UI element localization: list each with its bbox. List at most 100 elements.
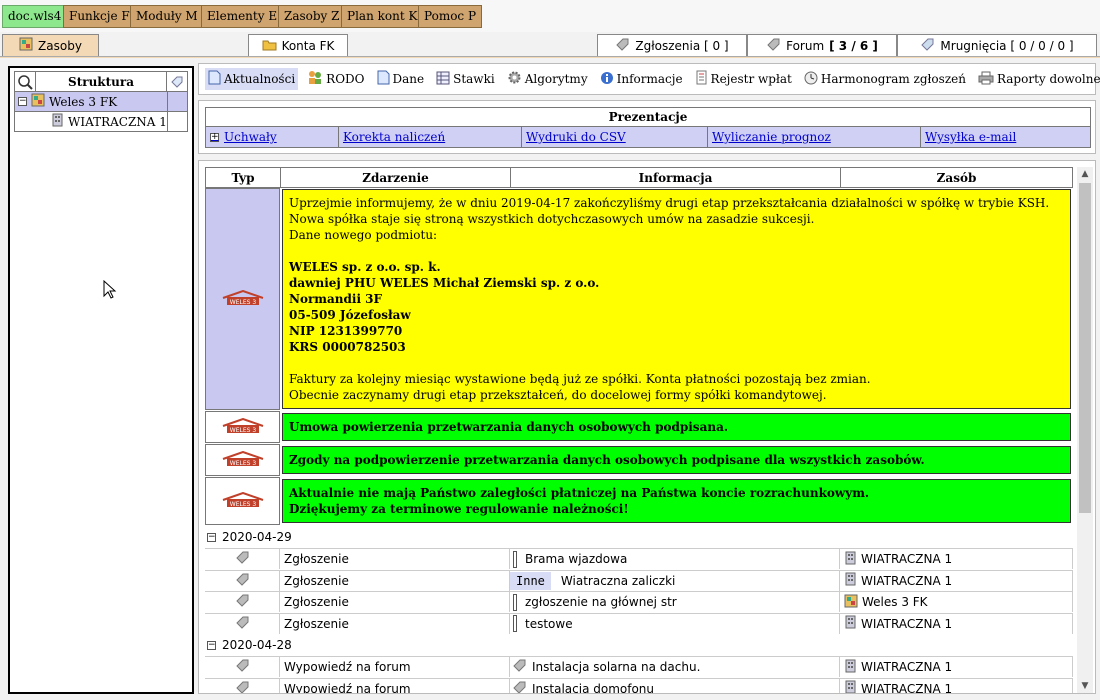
weles-logo-icon: WELES 3: [221, 417, 265, 437]
notice-message: Aktualnie nie mają Państwo zaległości pł…: [282, 479, 1071, 523]
svg-text:WELES 3: WELES 3: [229, 299, 256, 306]
menu-doc[interactable]: doc.wls4: [2, 5, 68, 28]
table-icon: [436, 71, 450, 88]
scroll-down-icon[interactable]: ▼: [1077, 679, 1093, 693]
tree-node-child[interactable]: WIATRACZNA 1: [14, 112, 188, 132]
tab-zgloszenia[interactable]: Zgłoszenia [ 0 ]: [597, 34, 747, 56]
tag-icon: [235, 573, 250, 589]
link-wysylka[interactable]: Wysyłka e-mail: [921, 127, 1090, 147]
building-icon: [844, 659, 857, 676]
event-info[interactable]: Inne Wiatraczna zaliczki: [510, 570, 840, 591]
event-resource[interactable]: Weles 3 FK: [840, 592, 1073, 612]
tree-node-child-label: WIATRACZNA 1: [68, 114, 167, 129]
tag-icon: [512, 681, 527, 693]
nav-rodo[interactable]: RODO: [304, 68, 367, 90]
register-icon: [695, 70, 708, 88]
nav-raporty-label: Raporty dowolne: [996, 72, 1100, 86]
nav-dane-label: Dane: [392, 72, 425, 86]
event-resource[interactable]: WIATRACZNA 1: [840, 570, 1073, 591]
scroll-thumb[interactable]: [1079, 183, 1091, 513]
nav-rodo-label: RODO: [326, 72, 365, 86]
event-row[interactable]: Wypowiedź na forum Instalacja solarna na …: [205, 656, 1073, 677]
folder-icon: [262, 38, 277, 54]
printer-icon: [978, 71, 994, 88]
menu-moduly[interactable]: Moduły M: [130, 5, 204, 28]
tag-icon[interactable]: [167, 72, 187, 91]
weles-logo-icon: WELES 3: [221, 289, 265, 309]
tab-zasoby-label: Zasoby: [38, 38, 82, 53]
nav-harmonogram-label: Harmonogram zgłoszeń: [820, 72, 966, 86]
tab-underline: [0, 56, 1100, 58]
event-info[interactable]: testowe: [510, 613, 840, 634]
nav-informacje[interactable]: Informacje: [597, 68, 686, 90]
event-row[interactable]: Wypowiedź na forum Instalacja domofonu WIA…: [205, 677, 1073, 693]
news-panel: Typ Zdarzenie Informacja Zasób WELES 3 U…: [198, 160, 1096, 694]
menu-pomoc[interactable]: Pomoc P: [418, 5, 483, 28]
tab-forum[interactable]: Forum [ 3 / 6 ]: [747, 34, 897, 56]
nav-aktualnosci[interactable]: Aktualności: [205, 68, 299, 90]
expand-icon[interactable]: +: [210, 132, 219, 142]
info-icon: [600, 71, 614, 88]
nav-raporty[interactable]: Raporty dowolne: [975, 68, 1100, 90]
tab-konta-fk[interactable]: Konta FK: [248, 34, 348, 56]
scroll-up-icon[interactable]: ▲: [1077, 167, 1093, 181]
document-icon: [208, 70, 221, 88]
clock-icon: [804, 71, 818, 88]
building-icon: [51, 113, 64, 130]
collapse-icon[interactable]: −: [207, 532, 216, 542]
event-resource[interactable]: WIATRACZNA 1: [840, 613, 1073, 634]
menu-plan-kont[interactable]: Plan kont K: [341, 5, 424, 28]
tag-icon: [512, 659, 527, 675]
event-type-cell: [205, 657, 280, 677]
menu-funkcje[interactable]: Funkcje F: [63, 5, 136, 28]
tab-forum-count: [ 3 / 6 ]: [829, 38, 878, 53]
search-icon[interactable]: [15, 72, 36, 91]
event-resource[interactable]: WIATRACZNA 1: [840, 678, 1073, 693]
date-label: 2020-04-28: [222, 638, 292, 652]
link-korekta[interactable]: Korekta naliczeń: [339, 127, 522, 147]
module-nav: Aktualności RODO Dane Stawki Algorytmy I…: [198, 63, 1100, 95]
event-info[interactable]: Brama wjazdowa: [510, 549, 840, 569]
resources-icon: [844, 594, 858, 611]
nav-rejestr-wplat[interactable]: Rejestr wpłat: [692, 68, 795, 90]
nav-dane[interactable]: Dane: [374, 68, 428, 90]
tab-mrugniecia-label: Mrugnięcia [ 0 / 0 / 0 ]: [940, 38, 1074, 53]
event-row[interactable]: Zgłoszenie testowe WIATRACZNA 1: [205, 612, 1073, 634]
nav-harmonogram[interactable]: Harmonogram zgłoszeń: [801, 68, 969, 90]
date-group[interactable]: − 2020-04-28: [205, 635, 1073, 655]
link-uchwaly[interactable]: + Uchwały: [206, 127, 339, 147]
tree-node-root[interactable]: − Weles 3 FK: [14, 92, 188, 112]
event-row[interactable]: Zgłoszenie Inne Wiatraczna zaliczki WIATRAC…: [205, 569, 1073, 591]
resources-icon: [31, 93, 45, 110]
date-group[interactable]: − 2020-04-29: [205, 527, 1073, 547]
event-row[interactable]: Zgłoszenie zgłoszenie na głównej str Weles…: [205, 591, 1073, 612]
menu-zasoby[interactable]: Zasoby Z: [278, 5, 346, 28]
nav-stawki[interactable]: Stawki: [433, 68, 498, 90]
event-name: Zgłoszenie: [280, 570, 510, 591]
people-icon: [307, 70, 323, 88]
event-resource[interactable]: WIATRACZNA 1: [840, 657, 1073, 677]
event-name: Zgłoszenie: [280, 592, 510, 612]
nav-algorytmy-label: Algorytmy: [524, 72, 588, 86]
event-info[interactable]: Instalacja solarna na dachu.: [510, 657, 840, 677]
nav-algorytmy[interactable]: Algorytmy: [504, 68, 591, 90]
document-icon: [377, 70, 390, 88]
nav-aktualnosci-label: Aktualności: [224, 72, 296, 86]
event-name: Zgłoszenie: [280, 549, 510, 569]
tab-mrugniecia[interactable]: Mrugnięcia [ 0 / 0 / 0 ]: [897, 34, 1097, 56]
link-prognozy[interactable]: Wyliczanie prognoz: [708, 127, 921, 147]
announcement-message: Uprzejmie informujemy, że w dniu 2019-04…: [282, 189, 1071, 409]
structure-panel: Struktura − Weles 3 FK WIATRACZNA 1: [8, 66, 194, 694]
collapse-icon[interactable]: −: [207, 640, 216, 650]
tab-forum-label: Forum: [786, 38, 825, 53]
scrollbar[interactable]: ▲ ▼: [1077, 167, 1093, 693]
event-info[interactable]: Instalacja domofonu: [510, 678, 840, 693]
tag-icon: [235, 594, 250, 610]
event-info[interactable]: zgłoszenie na głównej str: [510, 592, 840, 612]
tab-zasoby[interactable]: Zasoby: [2, 34, 99, 56]
collapse-icon[interactable]: −: [18, 97, 27, 106]
event-row[interactable]: Zgłoszenie Brama wjazdowa WIATRACZNA 1: [205, 548, 1073, 569]
event-resource[interactable]: WIATRACZNA 1: [840, 549, 1073, 569]
menu-elementy[interactable]: Elementy E: [201, 5, 284, 28]
link-wydruki[interactable]: Wydruki do CSV: [522, 127, 708, 147]
